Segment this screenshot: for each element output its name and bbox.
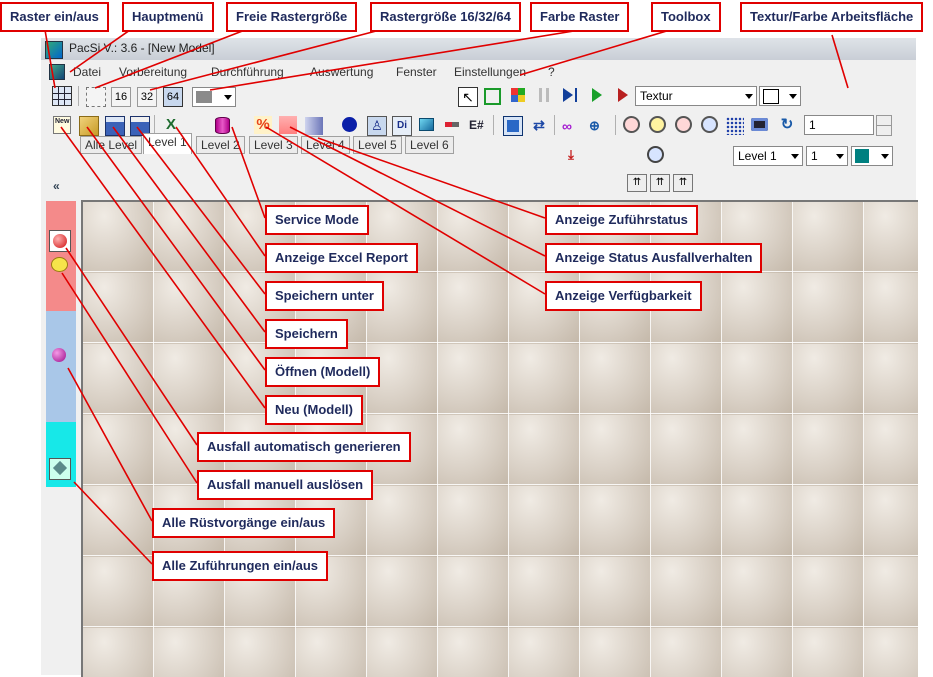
callout-speichern: Speichern [265, 319, 348, 349]
callout-verfuegbarkeit: Anzeige Verfügbarkeit [545, 281, 702, 311]
callout-excel-report: Anzeige Excel Report [265, 243, 418, 273]
callout-zufuhrstatus: Anzeige Zuführstatus [545, 205, 698, 235]
callout-ruestvorgaenge: Alle Rüstvorgänge ein/aus [152, 508, 336, 538]
callout-ausfallverhalten: Anzeige Status Ausfallverhalten [545, 243, 763, 273]
callout-freie-rastergroesse: Freie Rastergröße [226, 2, 358, 32]
callout-farbe-raster: Farbe Raster [530, 2, 630, 32]
callout-textur: Textur/Farbe Arbeitsfläche [740, 2, 924, 32]
callout-raster: Raster ein/aus [0, 2, 109, 32]
callout-neu: Neu (Modell) [265, 395, 363, 425]
callout-toolbox: Toolbox [651, 2, 721, 32]
callout-speichern-unter: Speichern unter [265, 281, 384, 311]
callout-rastergroesse: Rastergröße 16/32/64 [370, 2, 521, 32]
callout-service-mode: Service Mode [265, 205, 369, 235]
callout-oeffnen: Öffnen (Modell) [265, 357, 381, 387]
callout-lines [44, 29, 849, 565]
callout-ausfall-manuell: Ausfall manuell auslösen [197, 470, 374, 500]
callout-ausfall-auto: Ausfall automatisch generieren [197, 432, 411, 462]
callout-hauptmenu: Hauptmenü [122, 2, 214, 32]
callout-zufuehrungen: Alle Zuführungen ein/aus [152, 551, 329, 581]
